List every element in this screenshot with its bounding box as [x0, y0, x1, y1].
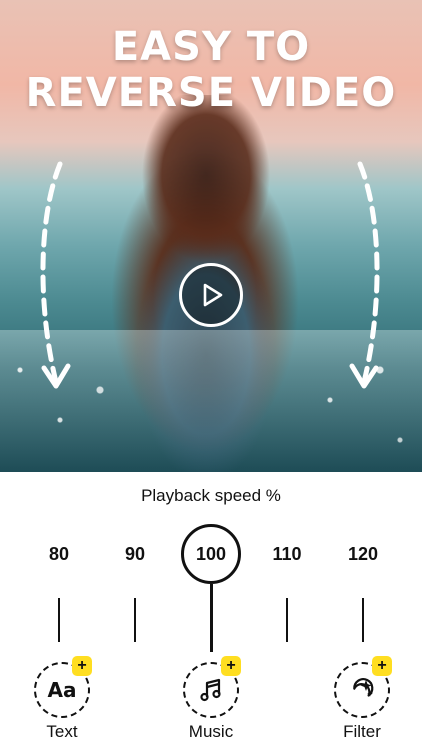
speed-option-100[interactable]: 100	[181, 524, 241, 584]
speed-option-120[interactable]: 120	[333, 524, 393, 584]
speed-tick	[286, 598, 288, 642]
editor-panel: Playback speed % 80 90 100 110 120 Aa + …	[0, 472, 422, 750]
sparkle-moon-icon	[353, 678, 374, 697]
speed-tick	[362, 598, 364, 642]
speed-option-80[interactable]: 80	[29, 524, 89, 584]
play-button[interactable]	[179, 263, 243, 327]
speed-tick	[134, 598, 136, 642]
add-badge-icon: +	[372, 656, 392, 676]
add-badge-icon: +	[221, 656, 241, 676]
dashed-arrow-down-icon	[349, 161, 380, 389]
headline-line-1: EASY TO	[111, 24, 311, 70]
music-tool-label: Music	[188, 722, 234, 741]
filter-tool-button[interactable]: + Filter	[322, 656, 402, 748]
playback-speed-title: Playback speed %	[141, 486, 281, 505]
add-badge-icon: +	[72, 656, 92, 676]
filter-tool-label: Filter	[343, 722, 381, 741]
dashed-arrow-down-icon	[40, 161, 71, 389]
speed-option-110[interactable]: 110	[257, 524, 317, 584]
headline-line-2: REVERSE VIDEO	[25, 70, 397, 116]
speed-tick-selected[interactable]	[209, 584, 213, 652]
speed-tick	[58, 598, 60, 642]
music-note-icon	[200, 678, 221, 702]
text-tool-button[interactable]: Aa + Text	[22, 656, 102, 748]
play-icon	[203, 283, 223, 307]
video-preview[interactable]: EASY TO REVERSE VIDEO	[0, 0, 422, 472]
text-aa-icon: Aa	[47, 678, 77, 702]
music-tool-button[interactable]: + Music	[171, 656, 251, 748]
text-tool-label: Text	[46, 722, 78, 741]
speed-option-90[interactable]: 90	[105, 524, 165, 584]
